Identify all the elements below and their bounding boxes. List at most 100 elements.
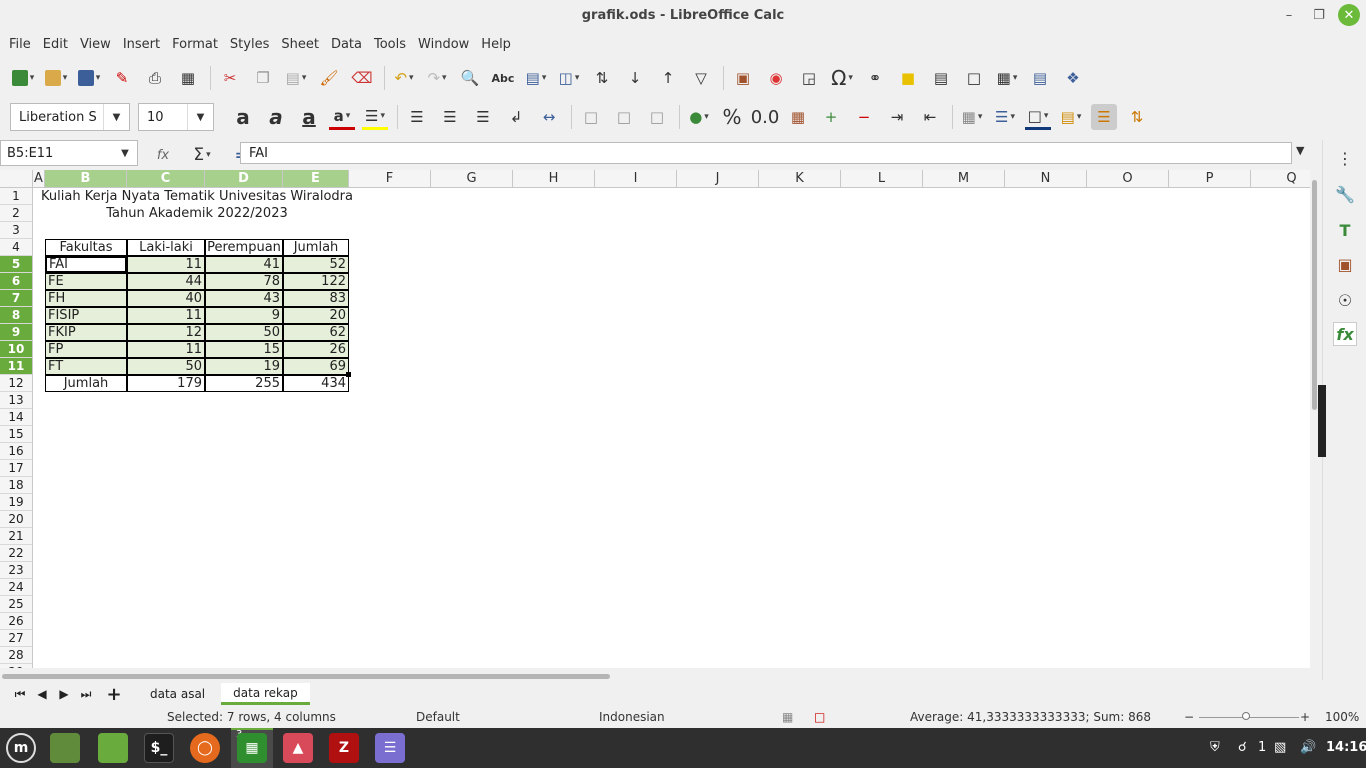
table-header-cell[interactable]: Fakultas [45,239,127,256]
date-format-icon[interactable]: ▦ [785,104,811,130]
row-header-18[interactable]: 18 [0,477,33,494]
selection-mode-icon[interactable]: ▦ [782,710,793,724]
define-print-area-icon[interactable]: □ [961,65,987,91]
sheet-title-line1[interactable]: Kuliah Kerja Nyata Tematik Univesitas Wi… [41,188,353,205]
table-cell[interactable]: 12 [127,324,205,341]
number-format-icon[interactable]: 0.0 [751,104,780,130]
column-header-n[interactable]: N [1005,170,1087,188]
table-total-cell[interactable]: 434 [283,375,349,392]
spelling-icon[interactable]: Abc [490,65,516,91]
row-header-7[interactable]: 7 [0,290,33,307]
table-cell[interactable]: FISIP [45,307,127,324]
zoom-out-icon[interactable]: − [1184,710,1194,724]
sort-ascending-icon[interactable]: ↑ [655,65,681,91]
column-header-e[interactable]: E [283,170,349,188]
name-box[interactable]: B5:E11 ▼ [0,140,138,166]
terminal-icon[interactable]: $_ [144,733,174,763]
last-sheet-icon[interactable]: ⏭ [76,687,96,702]
table-cell[interactable]: 9 [205,307,283,324]
firefox-icon[interactable]: ◯ [190,733,220,763]
row-header-16[interactable]: 16 [0,443,33,460]
cut-icon[interactable]: ✂ [217,65,243,91]
table-total-cell[interactable]: 179 [127,375,205,392]
sort-icon[interactable]: ⇅ [589,65,615,91]
horizontal-scrollbar[interactable] [0,670,1310,682]
table-cell[interactable]: 122 [283,273,349,290]
row-header-19[interactable]: 19 [0,494,33,511]
menu-file[interactable]: File [4,37,36,52]
maximize-icon[interactable]: ❐ [1308,4,1330,26]
fill-handle[interactable] [346,372,351,377]
headers-footers-icon[interactable]: ▤ [928,65,954,91]
column-header-d[interactable]: D [205,170,283,188]
show-draw-functions-icon[interactable]: ❖ [1060,65,1086,91]
table-cell[interactable]: FH [45,290,127,307]
paste-icon[interactable]: ▤ [283,65,309,91]
merge-center-icon[interactable]: ↔ [536,104,562,130]
spreadsheet-grid[interactable]: A B C D E F G H I J K L M N O P Q 1 2 3 4 5 6 7 8 9 10 11 12 13 14 15 16… [0,170,1310,668]
align-center-icon[interactable]: ☰ [437,104,463,130]
clone-formatting-icon[interactable]: 🖌 [316,65,342,91]
table-header-cell[interactable]: Jumlah [283,239,349,256]
percent-format-icon[interactable]: % [719,104,745,130]
row-header-12[interactable]: 12 [0,375,33,392]
sort-descending-icon[interactable]: ↓ [622,65,648,91]
column-header-p[interactable]: P [1169,170,1251,188]
styles-icon[interactable]: T [1333,218,1357,242]
table-cell[interactable]: 40 [127,290,205,307]
bold-icon[interactable]: a [230,104,256,130]
copy-icon[interactable]: ❐ [250,65,276,91]
volume-icon[interactable]: 🔊 [1300,740,1316,755]
table-cell[interactable]: 50 [205,324,283,341]
table-cell[interactable]: FKIP [45,324,127,341]
row-header-21[interactable]: 21 [0,528,33,545]
libreoffice-calc-icon[interactable]: ▦ [237,733,267,763]
column-header-g[interactable]: G [431,170,513,188]
more-options-icon[interactable]: ⋮ [1333,146,1357,170]
chevron-down-icon[interactable]: ▼ [113,148,137,159]
border-style-icon[interactable]: ☰ [992,104,1018,130]
table-cell[interactable]: FAI [45,256,127,273]
table-cell[interactable]: 41 [205,256,283,273]
decrease-indent-icon[interactable]: ⇤ [917,104,943,130]
row-header-22[interactable]: 22 [0,545,33,562]
text-editor-icon[interactable]: ☰ [375,733,405,763]
row-header-6[interactable]: 6 [0,273,33,290]
row-header-14[interactable]: 14 [0,409,33,426]
row-header-1[interactable]: 1 [0,188,33,205]
delete-decimal-icon[interactable]: − [851,104,877,130]
column-header-j[interactable]: J [677,170,759,188]
first-sheet-icon[interactable]: ⏮ [10,687,30,702]
column-header-k[interactable]: K [759,170,841,188]
row-header-10[interactable]: 10 [0,341,33,358]
font-name-box[interactable]: Liberation S ▼ [10,103,130,131]
table-cell[interactable]: 15 [205,341,283,358]
minimize-icon[interactable]: – [1278,4,1300,26]
hyperlink-icon[interactable]: ⚭ [862,65,888,91]
center-vertically-icon[interactable]: □ [611,104,637,130]
comment-icon[interactable]: ■ [895,65,921,91]
mint-menu-icon[interactable]: m [6,733,36,763]
insert-chart-icon[interactable]: ◉ [763,65,789,91]
highlighting-icon[interactable]: ☰ [362,104,388,130]
row-header-5[interactable]: 5 [0,256,33,273]
row-header-8[interactable]: 8 [0,307,33,324]
underline-icon[interactable]: a [296,104,322,130]
expand-formula-icon[interactable]: ▼ [1296,144,1304,157]
insert-image-icon[interactable]: ▣ [730,65,756,91]
undo-icon[interactable]: ↶ [391,65,417,91]
sum-average-status[interactable]: Average: 41,3333333333333; Sum: 868 [910,710,1151,724]
table-cell[interactable]: 62 [283,324,349,341]
clear-formatting-icon[interactable]: ⌫ [349,65,375,91]
row-header-2[interactable]: 2 [0,205,33,222]
image-viewer-icon[interactable]: ▲ [283,733,313,763]
sidebar-collapse-handle[interactable] [1318,385,1326,457]
table-cell[interactable]: 26 [283,341,349,358]
row-header-25[interactable]: 25 [0,596,33,613]
autofilter-icon[interactable]: ▽ [688,65,714,91]
table-total-cell[interactable]: Jumlah [45,375,127,392]
menu-insert[interactable]: Insert [118,37,165,52]
select-all-corner[interactable] [0,170,33,188]
table-cell[interactable]: 20 [283,307,349,324]
menu-window[interactable]: Window [413,37,474,52]
